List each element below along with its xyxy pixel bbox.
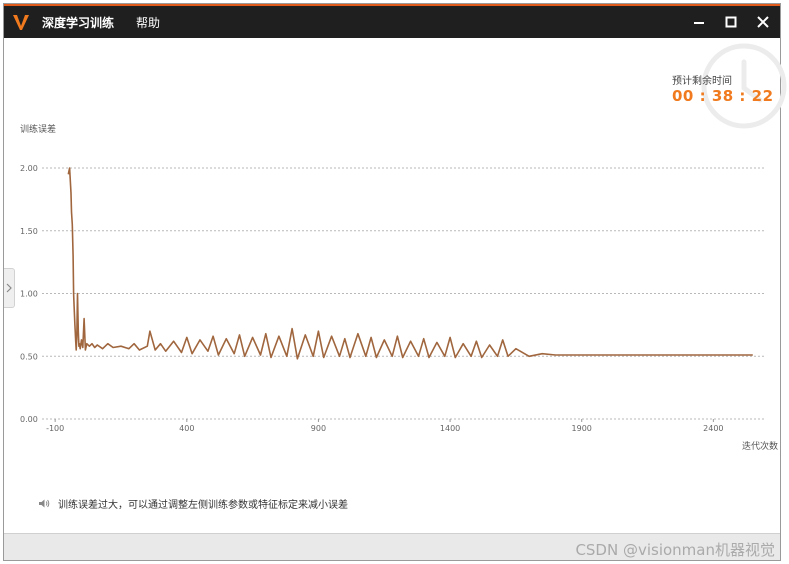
- source-watermark: CSDN @visionman机器视觉: [575, 541, 775, 559]
- training-panel: 预计剩余时间 00 : 38 : 22 训练误差 0.00 0.50 1.00 1.50…: [4, 38, 787, 534]
- y-tick-label: 2.00: [20, 164, 38, 173]
- menu-help[interactable]: 帮助: [136, 14, 160, 31]
- close-icon: [757, 16, 769, 28]
- app-window: 深度学习训练 帮助 预计剩余时间 00 : 38 : 22 训练误差 0.00 0.…: [3, 3, 787, 561]
- eta-value: 00 : 38 : 22: [672, 87, 774, 105]
- training-error-chart: 训练误差 0.00 0.50 1.00 1.50 2.00 -100 400 900 1400 19…: [20, 123, 778, 452]
- hint-text: 训练误差过大，可以通过调整左侧训练参数或特征标定来减小误差: [58, 500, 348, 511]
- x-tick-label: 1900: [572, 424, 592, 433]
- training-error-series-line: [67, 167, 753, 360]
- maximize-button[interactable]: [724, 15, 738, 29]
- y-tick-label: 1.50: [20, 227, 38, 236]
- close-button[interactable]: [756, 15, 770, 29]
- window-controls: [692, 6, 770, 38]
- eta-label: 预计剩余时间: [672, 76, 732, 87]
- minimize-button[interactable]: [692, 15, 706, 29]
- title-bar: 深度学习训练 帮助: [4, 6, 780, 38]
- minimize-icon: [694, 22, 704, 24]
- x-tick-label: -100: [46, 424, 64, 433]
- x-tick-label: 1400: [440, 424, 460, 433]
- x-axis-label: 迭代次数: [742, 440, 778, 452]
- y-axis-label: 训练误差: [20, 123, 56, 135]
- y-tick-label: 0.50: [20, 352, 38, 361]
- app-title: 深度学习训练: [42, 15, 115, 30]
- app-logo-icon: [10, 11, 32, 33]
- x-tick-label: 400: [179, 424, 194, 433]
- y-tick-label: 1.00: [20, 290, 38, 299]
- hint-message: 训练误差过大，可以通过调整左侧训练参数或特征标定来减小误差: [38, 496, 348, 511]
- x-tick-label: 900: [311, 424, 326, 433]
- y-tick-label: 0.00: [20, 415, 38, 424]
- maximize-icon: [725, 16, 737, 28]
- speaker-icon: [39, 499, 50, 508]
- x-tick-label: 2400: [703, 424, 723, 433]
